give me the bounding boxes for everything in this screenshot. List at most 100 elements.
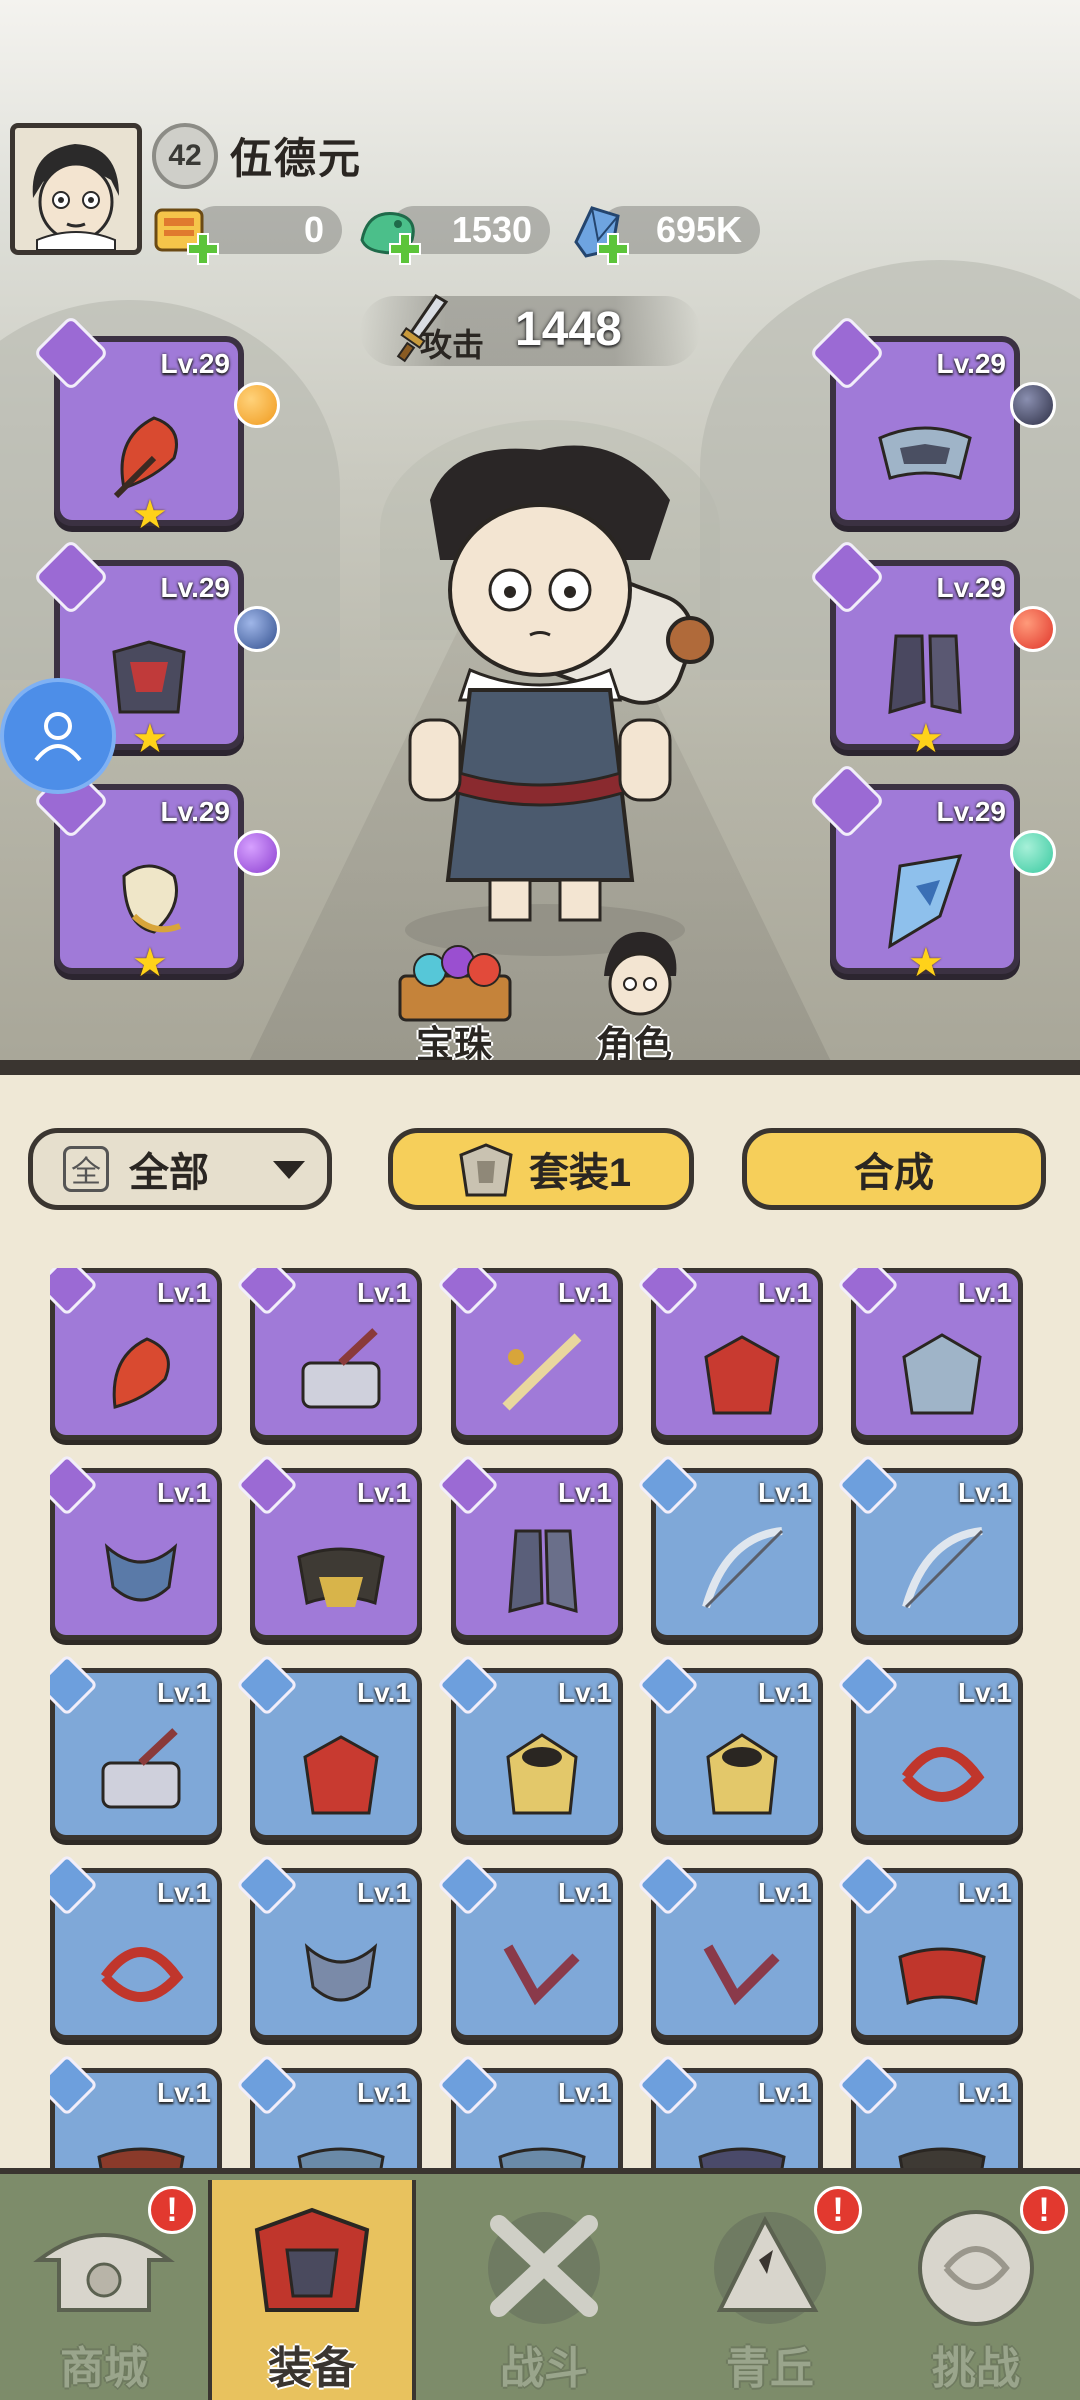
nav-label: 挑战 [932,2344,1020,2393]
equipment-icon [101,1728,181,1809]
ice-belt-icon [878,426,972,480]
socket-gem-icon[interactable] [234,382,280,428]
equip-level: Lv.29 [936,796,1006,827]
star-rating: ★ [908,717,944,761]
equip-slot-boots[interactable]: Lv.29 ★ [808,538,1056,761]
nav-label: 战斗 [500,2344,588,2393]
equipment-icon [898,2147,986,2168]
equipment-icon [503,1944,580,2006]
equip-level: Lv.29 [160,572,230,603]
nav-label: 青丘 [726,2344,814,2393]
equipment-icon [100,1947,184,2002]
item-type-icon [50,1653,99,1717]
add-jade-icon[interactable] [388,232,422,266]
nav-tab-challenge[interactable]: 挑战 ! [872,2180,1080,2400]
equip-slot-ring[interactable]: Lv.29 ★ [32,762,280,985]
inventory-item[interactable]: Lv.1 [436,1653,623,1840]
player-level-badge: 42 [152,123,218,189]
add-scroll-icon[interactable] [186,232,220,266]
inventory-item[interactable]: Lv.1 [235,1653,422,1840]
add-crystal-icon[interactable] [596,232,630,266]
socket-gem-icon[interactable] [234,606,280,652]
inventory-item[interactable]: Lv.1 [836,1268,1023,1440]
equipment-icon [297,1547,385,1607]
star-rating: ★ [132,941,168,985]
inventory-item[interactable]: Lv.1 [636,1653,823,1840]
inventory-item[interactable]: Lv.1 [436,1268,623,1440]
red-armor-icon [254,2207,370,2312]
socket-gem-icon[interactable] [1010,382,1056,428]
equip-slot-amulet[interactable]: Lv.29 ★ [808,762,1056,985]
nav-tab-qingqiu[interactable]: 青丘 ! [666,2180,874,2400]
floating-user-button[interactable] [0,678,116,794]
item-level: Lv.1 [157,1477,211,1508]
item-level: Lv.1 [958,1277,1012,1308]
item-type-icon [50,1453,99,1517]
socket-gem-icon[interactable] [1010,830,1056,876]
user-icon [34,712,82,762]
item-level: Lv.1 [357,1277,411,1308]
hero-character [405,445,714,956]
equipment-icon [698,2147,786,2168]
item-type-icon [636,1653,700,1717]
equipment-icon [112,1337,170,1409]
equip-slot-belt[interactable]: Lv.29 [808,314,1056,526]
character-portrait-icon[interactable] [584,926,694,1026]
set-label: 套装1 [528,1151,632,1195]
equipment-icon [502,1333,582,1411]
inventory-item[interactable]: Lv.1 [235,1453,422,1640]
item-level: Lv.1 [558,2077,612,2108]
inventory-item[interactable]: Lv.1 [235,1268,422,1440]
equipment-set-button[interactable]: 套装1 [388,1128,694,1210]
nav-tab-battle[interactable]: 战斗 [440,2180,648,2400]
nav-tab-shop[interactable]: 商城 ! [0,2180,208,2400]
inventory-item[interactable]: Lv.1 [636,1853,823,2040]
item-level: Lv.1 [558,1277,612,1308]
inventory-item[interactable]: Lv.1 [50,1268,222,1440]
inventory-item[interactable]: Lv.1 [836,1653,1023,1840]
inventory-item[interactable]: Lv.1 [636,1268,823,1440]
socket-gem-icon[interactable] [1010,606,1056,652]
equipment-icon [901,1747,985,1802]
inventory-item[interactable]: Lv.1 [50,2053,222,2168]
equip-level: Lv.29 [936,572,1006,603]
item-type-icon [836,1268,900,1317]
inventory-item[interactable]: Lv.1 [836,1453,1023,1640]
inventory-item[interactable]: Lv.1 [436,2053,623,2168]
item-type-icon [836,1453,900,1517]
inventory-item[interactable]: Lv.1 [50,1853,222,2040]
inventory-item[interactable]: Lv.1 [636,2053,823,2168]
item-type-icon [636,1268,700,1317]
equipment-icon [304,1943,378,2002]
inventory-item[interactable]: Lv.1 [636,1453,823,1640]
equipment-icon [297,2147,385,2168]
inventory-item[interactable]: Lv.1 [235,2053,422,2168]
inventory-item[interactable]: Lv.1 [436,1853,623,2040]
socket-gem-icon[interactable] [234,830,280,876]
nav-tab-equipment[interactable]: 装备 [208,2180,416,2400]
equipment-icon [703,1944,780,2006]
inventory-item[interactable]: Lv.1 [436,1453,623,1640]
resource-crystal-value: 695K [655,209,742,250]
notification-badge: ! [814,2186,862,2234]
nav-label: 装备 [268,2344,356,2393]
item-type-icon [50,2053,99,2117]
player-avatar[interactable] [10,123,142,255]
amulet-type-icon [808,762,886,840]
filter-label: 全部 [129,1151,209,1195]
filter-all-icon: 全 [63,1146,109,1192]
item-level: Lv.1 [157,1877,211,1908]
item-type-icon [836,2053,900,2117]
equipment-icon [706,1733,778,1815]
category-filter-dropdown[interactable]: 全 全部 [28,1128,332,1210]
craft-button[interactable]: 合成 [742,1128,1046,1210]
inventory-item[interactable]: Lv.1 [235,1853,422,2040]
gem-box-icon[interactable] [380,936,530,1026]
inventory-item[interactable]: Lv.1 [50,1653,222,1840]
inventory-item[interactable]: Lv.1 [50,1453,222,1640]
inventory-item[interactable]: Lv.1 [836,1853,1023,2040]
inventory-item[interactable]: Lv.1 [836,2053,1023,2168]
equip-slot-weapon[interactable]: Lv.29 ★ [32,314,280,537]
equip-level: Lv.29 [160,796,230,827]
equip-level: Lv.29 [160,348,230,379]
